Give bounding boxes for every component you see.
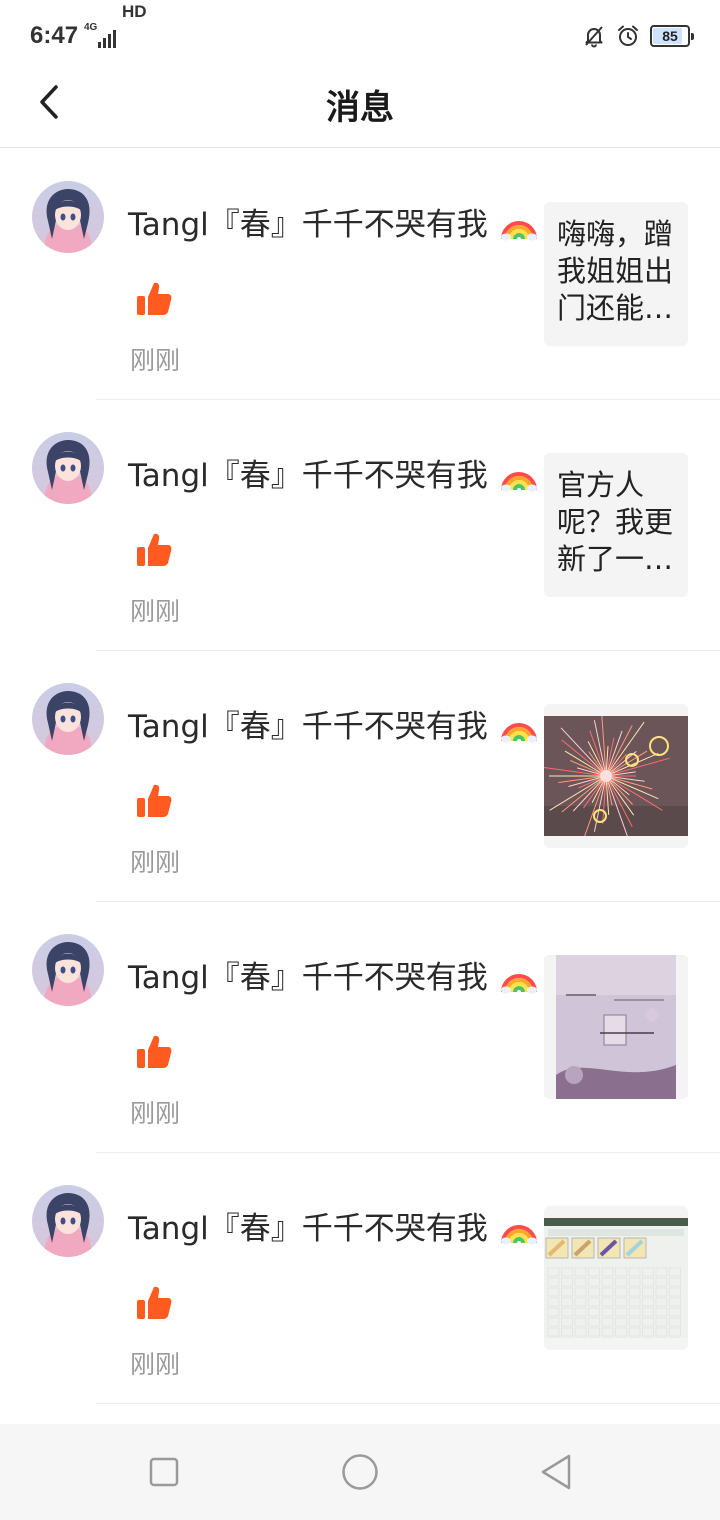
status-bar: 6:47 4G HD 85 — [0, 0, 720, 72]
preview-text: 嗨嗨，蹭我姐姐出门还能喝彩 — [557, 217, 674, 325]
post-preview-image[interactable] — [544, 704, 688, 848]
message-item[interactable]: Tangl『春』千千不哭有我 刚刚 嗨嗨，蹭我姐姐出门还能喝彩 — [0, 149, 720, 400]
message-item[interactable]: Tangl『春』千千不哭有我 刚刚 — [0, 902, 720, 1153]
fireworks-image — [544, 710, 688, 839]
avatar[interactable] — [32, 432, 104, 504]
home-button[interactable] — [340, 1452, 380, 1492]
username-row[interactable]: Tangl『春』千千不哭有我 — [128, 1203, 538, 1248]
divider — [96, 1403, 720, 1404]
username: Tangl『春』千千不哭有我 — [128, 458, 488, 494]
system-back-button[interactable] — [536, 1452, 576, 1492]
hd-indicator: HD — [122, 2, 147, 21]
post-preview-text[interactable]: 嗨嗨，蹭我姐姐出门还能喝彩 — [544, 202, 688, 346]
rainbow-icon — [500, 723, 537, 743]
system-nav-bar — [0, 1424, 720, 1520]
message-item[interactable]: Tangl『春』千千不哭有我 刚刚 官方人呢？我更新了一个新版 — [0, 400, 720, 651]
battery-percent: 85 — [662, 28, 678, 44]
avatar[interactable] — [32, 683, 104, 755]
message-time: 刚刚 — [130, 848, 181, 877]
username: Tangl『春』千千不哭有我 — [128, 207, 488, 243]
title-bar: 消息 — [0, 72, 720, 148]
rainbow-icon — [500, 221, 537, 241]
avatar[interactable] — [32, 934, 104, 1006]
post-preview-image[interactable] — [544, 955, 688, 1099]
message-list[interactable]: Tangl『春』千千不哭有我 刚刚 嗨嗨，蹭我姐姐出门还能喝彩 Tangl『春』… — [0, 149, 720, 1404]
rainbow-icon — [500, 974, 537, 994]
username: Tangl『春』千千不哭有我 — [128, 1211, 488, 1247]
message-time: 刚刚 — [130, 597, 181, 626]
username-row[interactable]: Tangl『春』千千不哭有我 — [128, 199, 538, 244]
message-time: 刚刚 — [130, 1350, 181, 1379]
mute-bell-icon — [585, 26, 603, 48]
username: Tangl『春』千千不哭有我 — [128, 960, 488, 996]
username-row[interactable]: Tangl『春』千千不哭有我 — [128, 701, 538, 746]
thumbs-up-icon — [134, 1283, 174, 1323]
recent-apps-icon — [149, 1457, 179, 1487]
message-item[interactable]: Tangl『春』千千不哭有我 刚刚 — [0, 651, 720, 902]
post-preview-text[interactable]: 官方人呢？我更新了一个新版 — [544, 453, 688, 597]
username: Tangl『春』千千不哭有我 — [128, 709, 488, 745]
preview-text: 官方人呢？我更新了一个新版 — [557, 468, 674, 576]
battery-icon: 85 — [650, 25, 694, 47]
message-time: 刚刚 — [130, 346, 181, 375]
thumbs-up-icon — [134, 279, 174, 319]
post-preview-image[interactable] — [544, 1206, 688, 1350]
message-time: 刚刚 — [130, 1099, 181, 1128]
avatar[interactable] — [32, 1185, 104, 1257]
alarm-icon — [618, 25, 638, 46]
thumbs-up-icon — [134, 781, 174, 821]
game-inventory-image — [544, 1218, 688, 1347]
avatar[interactable] — [32, 181, 104, 253]
username-row[interactable]: Tangl『春』千千不哭有我 — [128, 450, 538, 495]
status-time: 6:47 — [30, 22, 79, 49]
recent-apps-button[interactable] — [144, 1452, 184, 1492]
network-type: 4G — [84, 22, 98, 33]
love-note-image — [544, 955, 688, 1099]
back-triangle-icon — [541, 1454, 571, 1490]
username-row[interactable]: Tangl『春』千千不哭有我 — [128, 952, 538, 997]
home-icon — [342, 1454, 378, 1490]
page-title: 消息 — [326, 88, 394, 128]
message-item[interactable]: Tangl『春』千千不哭有我 刚刚 — [0, 1153, 720, 1404]
status-right: 85 — [582, 22, 694, 50]
thumbs-up-icon — [134, 1032, 174, 1072]
rainbow-icon — [500, 1225, 537, 1245]
signal-icon — [98, 30, 116, 48]
rainbow-icon — [500, 472, 537, 492]
network-indicator: 4G — [84, 22, 116, 48]
thumbs-up-icon — [134, 530, 174, 570]
